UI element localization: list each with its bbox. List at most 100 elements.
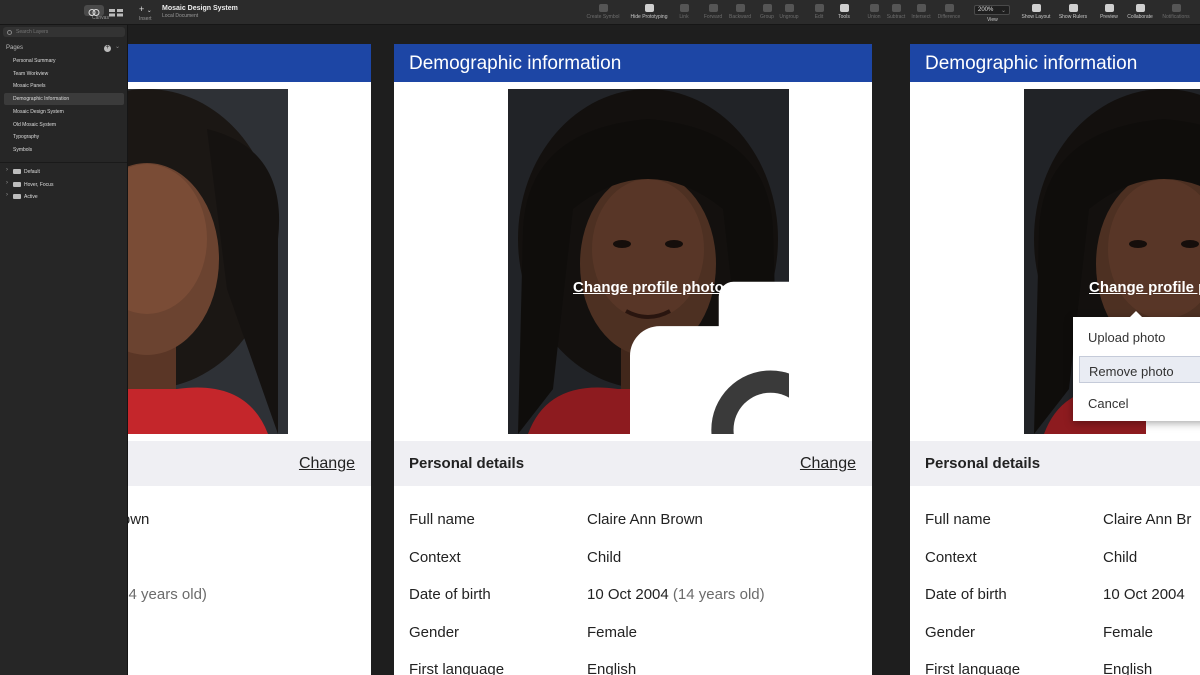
photo-options-menu[interactable]: Upload photo Remove photo Cancel [1073, 311, 1200, 421]
page-item-mosaic-design-system[interactable]: Mosaic Design System [4, 106, 124, 118]
edit-icon [814, 4, 824, 12]
show-rulers-button[interactable]: Show Rulers [1053, 4, 1093, 20]
page-item-symbols[interactable]: Symbols [4, 144, 124, 156]
context-text: Child [1103, 548, 1138, 566]
chevron-right-icon[interactable]: › [6, 192, 8, 198]
change-profile-photo-link[interactable]: Change profile photo [573, 279, 724, 296]
subtract-icon [891, 4, 901, 12]
insert-button[interactable]: + ⌄ [139, 4, 152, 14]
folder-icon [13, 194, 21, 200]
menu-item-upload-photo[interactable]: Upload photo [1079, 323, 1200, 350]
date-of-birth-text: 10 Oct 2004 [587, 586, 669, 603]
zoom-select[interactable]: 200% ⌄ [974, 5, 1010, 15]
show-layout-button[interactable]: Show Layout [1016, 4, 1056, 20]
layer-item-hover-focus[interactable]: › Hover, Focus [4, 179, 124, 191]
full-name-label: Full name [925, 511, 991, 528]
full-name-value: Claire Ann Brown [587, 511, 703, 528]
date-of-birth-value: 10 Oct 2004 (14 years old) [587, 586, 765, 603]
page-item-typography[interactable]: Typography [4, 131, 124, 143]
section-title: Personal details [925, 455, 1041, 472]
insert-label: Insert [139, 16, 152, 22]
layer-label: Default [24, 169, 40, 175]
artboard-center[interactable]: Demographic information Change profile p… [394, 44, 872, 675]
camera-icon [630, 281, 789, 434]
toolbar: Canvas + ⌄ Insert Mosaic Design System L… [0, 0, 1200, 25]
chevron-down-icon: ⌄ [146, 8, 152, 14]
date-of-birth-text: 10 Oct 2004 [1103, 586, 1185, 603]
pages-header: Pages [6, 45, 24, 51]
gender-value: Female [1103, 624, 1153, 641]
page-item-personal-summary[interactable]: Personal Summary [4, 55, 124, 67]
preview-icon [1104, 4, 1114, 12]
chevron-right-icon[interactable]: › [6, 167, 8, 173]
page-item-team-workview[interactable]: Team Workview [4, 68, 124, 80]
menu-item-cancel[interactable]: Cancel [1079, 389, 1200, 416]
toolbar-button-label: Collaborate [1127, 14, 1153, 20]
chevron-right-icon[interactable]: › [6, 180, 8, 186]
plus-icon: + [139, 4, 145, 14]
first-language-label: First language [925, 661, 1021, 675]
ungroup-icon [784, 4, 794, 12]
change-link[interactable]: Change [299, 455, 355, 473]
document-subtitle: Local Document [162, 13, 199, 19]
canvas[interactable]: Change nn Brown 004 (14 years old) Demog… [128, 25, 1200, 675]
page-item-mosaic-panels[interactable]: Mosaic Panels [4, 80, 124, 92]
layer-item-default[interactable]: › Default [4, 166, 124, 178]
zoom-label: View [987, 17, 998, 23]
date-of-birth-label: Date of birth [925, 586, 1007, 603]
page-item-old-mosaic-system[interactable]: Old Mosaic System [4, 119, 124, 131]
grid-view-icon [109, 9, 123, 17]
toolbar-button-label: Show Layout [1021, 14, 1051, 20]
change-profile-photo-link[interactable]: Change profile p [1089, 279, 1200, 296]
section-title: Personal details [409, 455, 525, 472]
artboard-left[interactable]: Change nn Brown 004 (14 years old) [128, 44, 371, 675]
difference-icon [944, 4, 954, 12]
toolbar-button-label: Hide Prototyping [630, 14, 668, 20]
context-value: Child [1103, 549, 1137, 566]
gender-label: Gender [925, 623, 976, 641]
first-language-text: English [1103, 661, 1153, 675]
full-name-value: nn Brown [128, 511, 150, 528]
divider [0, 162, 127, 163]
personal-details-header: Personal details [910, 441, 1200, 486]
notifications-button: Notifications [1156, 4, 1196, 20]
profile-photo[interactable]: Change profile photo [508, 89, 789, 434]
folder-icon [13, 169, 21, 174]
hide-prototyping-button[interactable]: Hide Prototyping [629, 4, 669, 20]
chevron-down-icon[interactable]: ⌄ [115, 43, 120, 50]
sketch-app-window: Canvas + ⌄ Insert Mosaic Design System L… [0, 0, 1200, 675]
layer-label: Hover, Focus [24, 181, 54, 188]
gender-text: Female [587, 623, 638, 641]
layers-sidebar: Search Layers Pages + ⌄ Personal Summary… [0, 25, 128, 675]
search-layers-field[interactable]: Search Layers [3, 27, 125, 37]
gender-text: Female [1103, 623, 1154, 641]
full-name-text: Claire Ann Br [1103, 511, 1192, 528]
artboard-header: Demographic information [394, 44, 872, 82]
personal-details-header: Personal details Change [394, 441, 872, 486]
hide-prototyping-icon [644, 4, 654, 12]
show-rulers-icon [1068, 4, 1078, 12]
date-of-birth-label: Date of birth [409, 586, 491, 603]
menu-notch [1130, 311, 1142, 317]
age-text: (14 years old) [672, 586, 765, 603]
full-name-label: Full name [409, 511, 475, 528]
add-page-button[interactable]: + [104, 44, 111, 52]
first-language-text: English [587, 661, 637, 675]
create-symbol-icon [598, 4, 608, 12]
layer-item-active[interactable]: › Active [4, 191, 124, 203]
full-name-value: Claire Ann Br [1103, 511, 1191, 528]
page-item-demographic-information[interactable]: Demographic Information [4, 93, 124, 106]
collaborate-button[interactable]: Collaborate [1120, 4, 1160, 20]
grid-view-toggle[interactable] [106, 5, 126, 17]
full-name-text: Claire Ann Brown [587, 511, 703, 528]
create-symbol-button: Create Symbol [583, 4, 623, 20]
notifications-icon [1171, 4, 1181, 12]
menu-item-remove-photo[interactable]: Remove photo [1079, 356, 1200, 383]
folder-icon [13, 181, 21, 187]
difference-button: Difference [929, 4, 969, 20]
search-placeholder: Search Layers [16, 29, 49, 35]
personal-details-header: Change [128, 441, 371, 486]
change-link[interactable]: Change [800, 455, 856, 473]
toolbar-button-label: Notifications [1162, 14, 1190, 20]
first-language-value: English [587, 661, 636, 675]
